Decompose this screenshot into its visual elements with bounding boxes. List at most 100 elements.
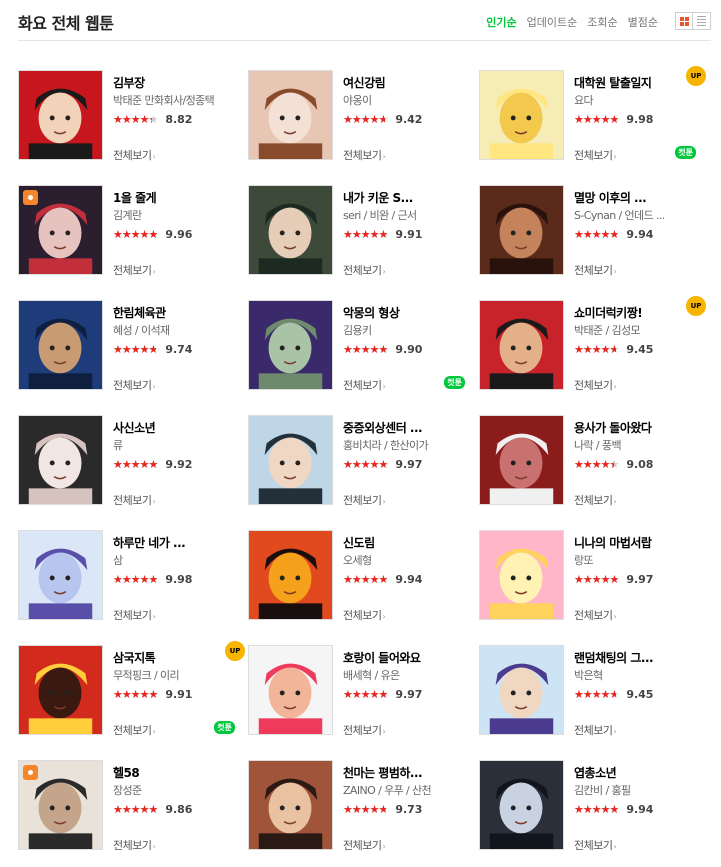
webtoon-card[interactable]: 하루만 네가 ... 삼 ★★★★★ ★★★★★ 9.98 전체보기› bbox=[18, 530, 238, 622]
webtoon-card[interactable]: 용사가 돌아왔다 나락 / 풍백 ★★★★★ ★★★★★ 9.08 전체보기› bbox=[479, 415, 699, 507]
webtoon-thumbnail[interactable] bbox=[248, 185, 333, 275]
webtoon-title[interactable]: 멸망 이후의 ... bbox=[574, 191, 699, 205]
webtoon-title[interactable]: 중증외상센터 ... bbox=[343, 421, 468, 435]
view-all-link[interactable]: 전체보기› bbox=[343, 722, 386, 738]
webtoon-thumbnail[interactable] bbox=[18, 530, 103, 620]
webtoon-thumbnail[interactable] bbox=[18, 415, 103, 505]
webtoon-thumbnail[interactable] bbox=[18, 645, 103, 735]
webtoon-title[interactable]: 1을 줄게 bbox=[113, 191, 238, 205]
view-all-link[interactable]: 전체보기› bbox=[574, 607, 617, 623]
sort-popular[interactable]: 인기순 bbox=[481, 14, 521, 30]
webtoon-card[interactable]: 니나의 마법서랍 랑또 ★★★★★ ★★★★★ 9.97 전체보기› bbox=[479, 530, 699, 622]
view-all-link[interactable]: 전체보기› bbox=[113, 147, 156, 163]
webtoon-card[interactable]: 여신강림 야옹이 ★★★★★ ★★★★★ 9.42 전체보기› bbox=[248, 70, 468, 162]
webtoon-card[interactable]: 헬58 장성준 ★★★★★ ★★★★★ 9.86 전체보기› bbox=[18, 760, 238, 852]
webtoon-author: 나락 / 풍백 bbox=[574, 439, 622, 452]
webtoon-thumbnail[interactable] bbox=[479, 530, 564, 620]
view-all-link[interactable]: 전체보기› bbox=[113, 262, 156, 278]
webtoon-title[interactable]: 용사가 돌아왔다 bbox=[574, 421, 699, 435]
view-all-link[interactable]: 전체보기› bbox=[574, 377, 617, 393]
webtoon-title[interactable]: 천마는 평범하... bbox=[343, 766, 468, 780]
webtoon-thumbnail[interactable] bbox=[248, 415, 333, 505]
webtoon-thumbnail[interactable] bbox=[18, 70, 103, 160]
webtoon-thumbnail[interactable] bbox=[479, 300, 564, 390]
webtoon-card[interactable]: 김부장박태준 만화회사/정종택 ★★★★★★★★★★ 8.82 전체보기› bbox=[18, 70, 238, 162]
grid-view-button[interactable] bbox=[675, 12, 693, 30]
webtoon-title[interactable]: 여신강림 bbox=[343, 76, 468, 90]
view-all-link[interactable]: 전체보기› bbox=[343, 837, 386, 853]
rating-score: 9.97 bbox=[395, 687, 423, 701]
webtoon-title[interactable]: 악몽의 형상 bbox=[343, 306, 468, 320]
view-all-link[interactable]: 전체보기› bbox=[574, 147, 617, 163]
webtoon-card[interactable]: UP 컷툰 대학원 탈출일지 요다 ★★★★★ ★★★★★ 9.98 전체보기› bbox=[479, 65, 707, 163]
webtoon-card[interactable]: 랜덤채팅의 그... 박은혁 ★★★★★ ★★★★★ 9.45 전체보기› bbox=[479, 645, 699, 737]
webtoon-rating: ★★★★★ ★★★★★ 9.74 bbox=[113, 343, 238, 356]
webtoon-title[interactable]: 대학원 탈출일지 bbox=[574, 76, 699, 90]
view-all-link[interactable]: 전체보기› bbox=[343, 377, 386, 393]
webtoon-thumbnail[interactable] bbox=[248, 760, 333, 850]
view-all-link[interactable]: 전체보기› bbox=[574, 837, 617, 853]
webtoon-thumbnail[interactable] bbox=[248, 645, 333, 735]
webtoon-title[interactable]: 랜덤채팅의 그... bbox=[574, 651, 699, 665]
view-all-link[interactable]: 전체보기› bbox=[113, 837, 156, 853]
webtoon-title[interactable]: 니나의 마법서랍 bbox=[574, 536, 699, 550]
webtoon-rating: ★★★★★ ★★★★★ 9.91 bbox=[343, 228, 468, 241]
webtoon-thumbnail[interactable] bbox=[248, 300, 333, 390]
webtoon-card[interactable]: 사신소년 류 ★★★★★ ★★★★★ 9.92 전체보기› bbox=[18, 415, 238, 507]
list-view-button[interactable] bbox=[693, 12, 711, 30]
webtoon-rating: ★★★★★ ★★★★★ 9.45 bbox=[574, 343, 699, 356]
view-all-link[interactable]: 전체보기› bbox=[113, 607, 156, 623]
webtoon-thumbnail[interactable] bbox=[248, 70, 333, 160]
webtoon-title[interactable]: 호랑이 들어와요 bbox=[343, 651, 468, 665]
webtoon-title[interactable]: 한림체육관 bbox=[113, 306, 238, 320]
webtoon-title[interactable]: 헬58 bbox=[113, 766, 238, 780]
webtoon-title[interactable]: 내가 키운 S... bbox=[343, 191, 468, 205]
webtoon-info: 신도림 오세형 ★★★★★ ★★★★★ 9.94 bbox=[343, 536, 468, 586]
webtoon-card[interactable]: UP 컷툰 삼국지톡 무적핑크 / 이리 ★★★★★ ★★★★★ 9.91 전체보기› bbox=[18, 640, 246, 738]
view-all-link[interactable]: 전체보기› bbox=[113, 492, 156, 508]
webtoon-card[interactable]: 중증외상센터 ... 홍비치라 / 한산이가 ★★★★★ ★★★★★ 9.97 전체보기› bbox=[248, 415, 468, 507]
view-all-label: 전체보기 bbox=[113, 264, 152, 277]
view-all-link[interactable]: 전체보기› bbox=[343, 607, 386, 623]
chevron-right-icon: › bbox=[382, 727, 386, 736]
view-all-link[interactable]: 전체보기› bbox=[343, 262, 386, 278]
sort-views[interactable]: 조회순 bbox=[582, 14, 622, 30]
sort-update[interactable]: 업데이트순 bbox=[522, 14, 583, 30]
webtoon-title[interactable]: 삼국지톡 bbox=[113, 651, 238, 665]
view-all-link[interactable]: 전체보기› bbox=[574, 492, 617, 508]
webtoon-card[interactable]: 1을 줄게 김계란 ★★★★★ ★★★★★ 9.96 전체보기› bbox=[18, 185, 238, 277]
webtoon-title[interactable]: 쇼미더럭키짱! bbox=[574, 306, 699, 320]
webtoon-card[interactable]: 내가 키운 S... seri / 비완 / 근서 ★★★★★ ★★★★★ 9.91 전체… bbox=[248, 185, 468, 277]
view-all-link[interactable]: 전체보기› bbox=[343, 492, 386, 508]
view-all-link[interactable]: 전체보기› bbox=[113, 377, 156, 393]
webtoon-thumbnail[interactable] bbox=[248, 530, 333, 620]
webtoon-thumbnail[interactable] bbox=[18, 300, 103, 390]
webtoon-card[interactable]: UP 쇼미더럭키짱! 박태준 / 김성모 ★★★★★ ★★★★★ 9.45 전체보기› bbox=[479, 295, 707, 393]
webtoon-thumbnail[interactable] bbox=[479, 185, 564, 275]
webtoon-title[interactable]: 사신소년 bbox=[113, 421, 238, 435]
webtoon-card[interactable]: 호랑이 들어와요 배세혁 / 유은 ★★★★★ ★★★★★ 9.97 전체보기› bbox=[248, 645, 468, 737]
webtoon-thumbnail[interactable] bbox=[479, 70, 564, 160]
webtoon-thumbnail[interactable] bbox=[479, 415, 564, 505]
webtoon-info: 랜덤채팅의 그... 박은혁 ★★★★★ ★★★★★ 9.45 bbox=[574, 651, 699, 701]
sort-rating[interactable]: 별점순 bbox=[623, 14, 663, 30]
webtoon-thumbnail[interactable] bbox=[479, 645, 564, 735]
webtoon-card[interactable]: 컷툰 악몽의 형상 김용키 ★★★★★ ★★★★★ 9.90 전체보기› bbox=[248, 300, 468, 392]
webtoon-card[interactable]: 멸망 이후의 ... S-Cynan / 언데드 ... ★★★★★ ★★★★★ 9.9… bbox=[479, 185, 699, 277]
webtoon-card[interactable]: 한림체육관 혜성 / 이석재 ★★★★★ ★★★★★ 9.74 전체보기› bbox=[18, 300, 238, 392]
webtoon-thumbnail[interactable] bbox=[479, 760, 564, 850]
view-all-link[interactable]: 전체보기› bbox=[574, 262, 617, 278]
webtoon-card[interactable]: 천마는 평범하... ZAINO / 우푸 / 산천 ★★★★★ ★★★★★ 9.73 전… bbox=[248, 760, 468, 852]
webtoon-author: 야옹이 bbox=[343, 94, 372, 107]
webtoon-author: 요다 bbox=[574, 94, 594, 107]
view-all-label: 전체보기 bbox=[574, 494, 613, 507]
webtoon-title[interactable]: 김부장 bbox=[113, 76, 238, 90]
webtoon-title[interactable]: 하루만 네가 ... bbox=[113, 536, 238, 550]
view-all-link[interactable]: 전체보기› bbox=[343, 147, 386, 163]
view-all-link[interactable]: 전체보기› bbox=[113, 722, 156, 738]
webtoon-card[interactable]: 엽총소년 김칸비 / 홍필 ★★★★★ ★★★★★ 9.94 전체보기› bbox=[479, 760, 699, 852]
view-all-link[interactable]: 전체보기› bbox=[574, 722, 617, 738]
webtoon-title[interactable]: 신도림 bbox=[343, 536, 468, 550]
webtoon-title[interactable]: 엽총소년 bbox=[574, 766, 699, 780]
webtoon-card[interactable]: 신도림 오세형 ★★★★★ ★★★★★ 9.94 전체보기› bbox=[248, 530, 468, 622]
